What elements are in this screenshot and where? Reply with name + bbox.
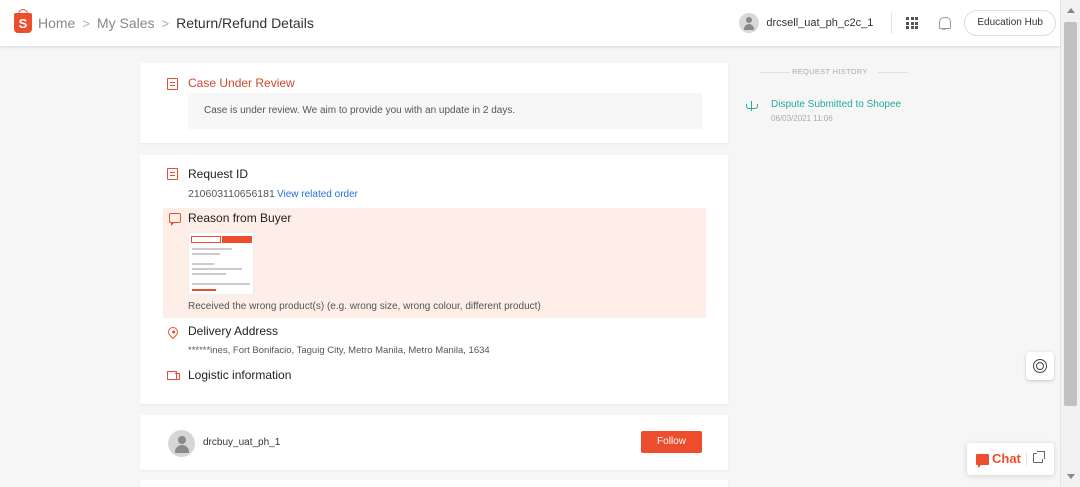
dispute-scale-icon [746,101,758,111]
request-details-card: Request ID 210603110656181 View related … [140,155,728,404]
location-pin-icon [165,324,181,340]
document-icon [167,168,178,180]
history-item-time: 06/03/2021 11:06 [771,114,833,123]
case-status-card: Case Under Review Case is under review. … [140,63,728,143]
breadcrumb-home[interactable]: Home [38,15,75,31]
delivery-address-title: Delivery Address [188,324,279,338]
buyer-avatar[interactable] [168,430,195,457]
request-history-heading: REQUEST HISTORY [760,67,908,77]
chat-bubble-icon [169,213,181,226]
reason-title: Reason from Buyer [188,211,292,225]
logistic-information-title[interactable]: Logistic information [188,368,291,382]
reason-text: Received the wrong product(s) (e.g. wron… [188,301,541,312]
apps-grid-icon[interactable] [906,17,919,29]
request-id-label: Request ID [188,167,249,181]
breadcrumb-separator: > [161,15,170,31]
chat-widget[interactable]: Chat [967,443,1054,475]
support-headset-icon[interactable] [1026,352,1054,380]
user-avatar[interactable] [739,13,760,33]
request-history-label: REQUEST HISTORY [792,67,868,76]
chat-bubble-icon [976,454,989,468]
scroll-up-arrow-icon[interactable] [1067,8,1075,13]
divider [760,72,790,73]
case-status-title: Case Under Review [188,76,295,90]
shopee-logo-icon[interactable]: S [14,9,32,33]
top-bar: S Home > My Sales > Return/Refund Detail… [0,0,1060,46]
delivery-address-text: ******ines, Fort Bonifacio, Taguig City,… [188,345,490,356]
breadcrumb-current: Return/Refund Details [176,15,314,31]
truck-icon [167,371,180,380]
view-related-order-link[interactable]: View related order [277,189,358,200]
divider [1026,452,1027,466]
header-actions: drcsell_uat_ph_c2c_1 Education Hub [739,0,1056,46]
chat-label[interactable]: Chat [992,451,1021,466]
education-hub-button[interactable]: Education Hub [964,10,1056,36]
reason-section: Reason from Buyer Received the wrong pro… [163,208,706,318]
bell-icon[interactable] [938,16,952,30]
divider [878,72,908,73]
next-card-edge [140,480,728,487]
breadcrumb-separator: > [82,15,90,31]
scroll-down-arrow-icon[interactable] [1067,474,1075,479]
buyer-name[interactable]: drcbuy_uat_ph_1 [203,437,280,448]
expand-icon[interactable] [1033,451,1045,463]
case-status-message: Case is under review. We aim to provide … [188,93,702,129]
scrollbar-thumb[interactable] [1064,22,1077,406]
buyer-card: drcbuy_uat_ph_1 Follow [140,415,728,470]
breadcrumb-my-sales[interactable]: My Sales [97,15,155,31]
evidence-image-thumbnail[interactable] [188,232,254,295]
document-icon [167,78,178,90]
username[interactable]: drcsell_uat_ph_c2c_1 [766,17,873,29]
request-id-value: 210603110656181 [188,188,275,200]
history-item-title: Dispute Submitted to Shopee [771,99,902,110]
divider [891,12,893,34]
page-scrollbar[interactable] [1060,0,1080,487]
follow-button[interactable]: Follow [641,431,702,453]
